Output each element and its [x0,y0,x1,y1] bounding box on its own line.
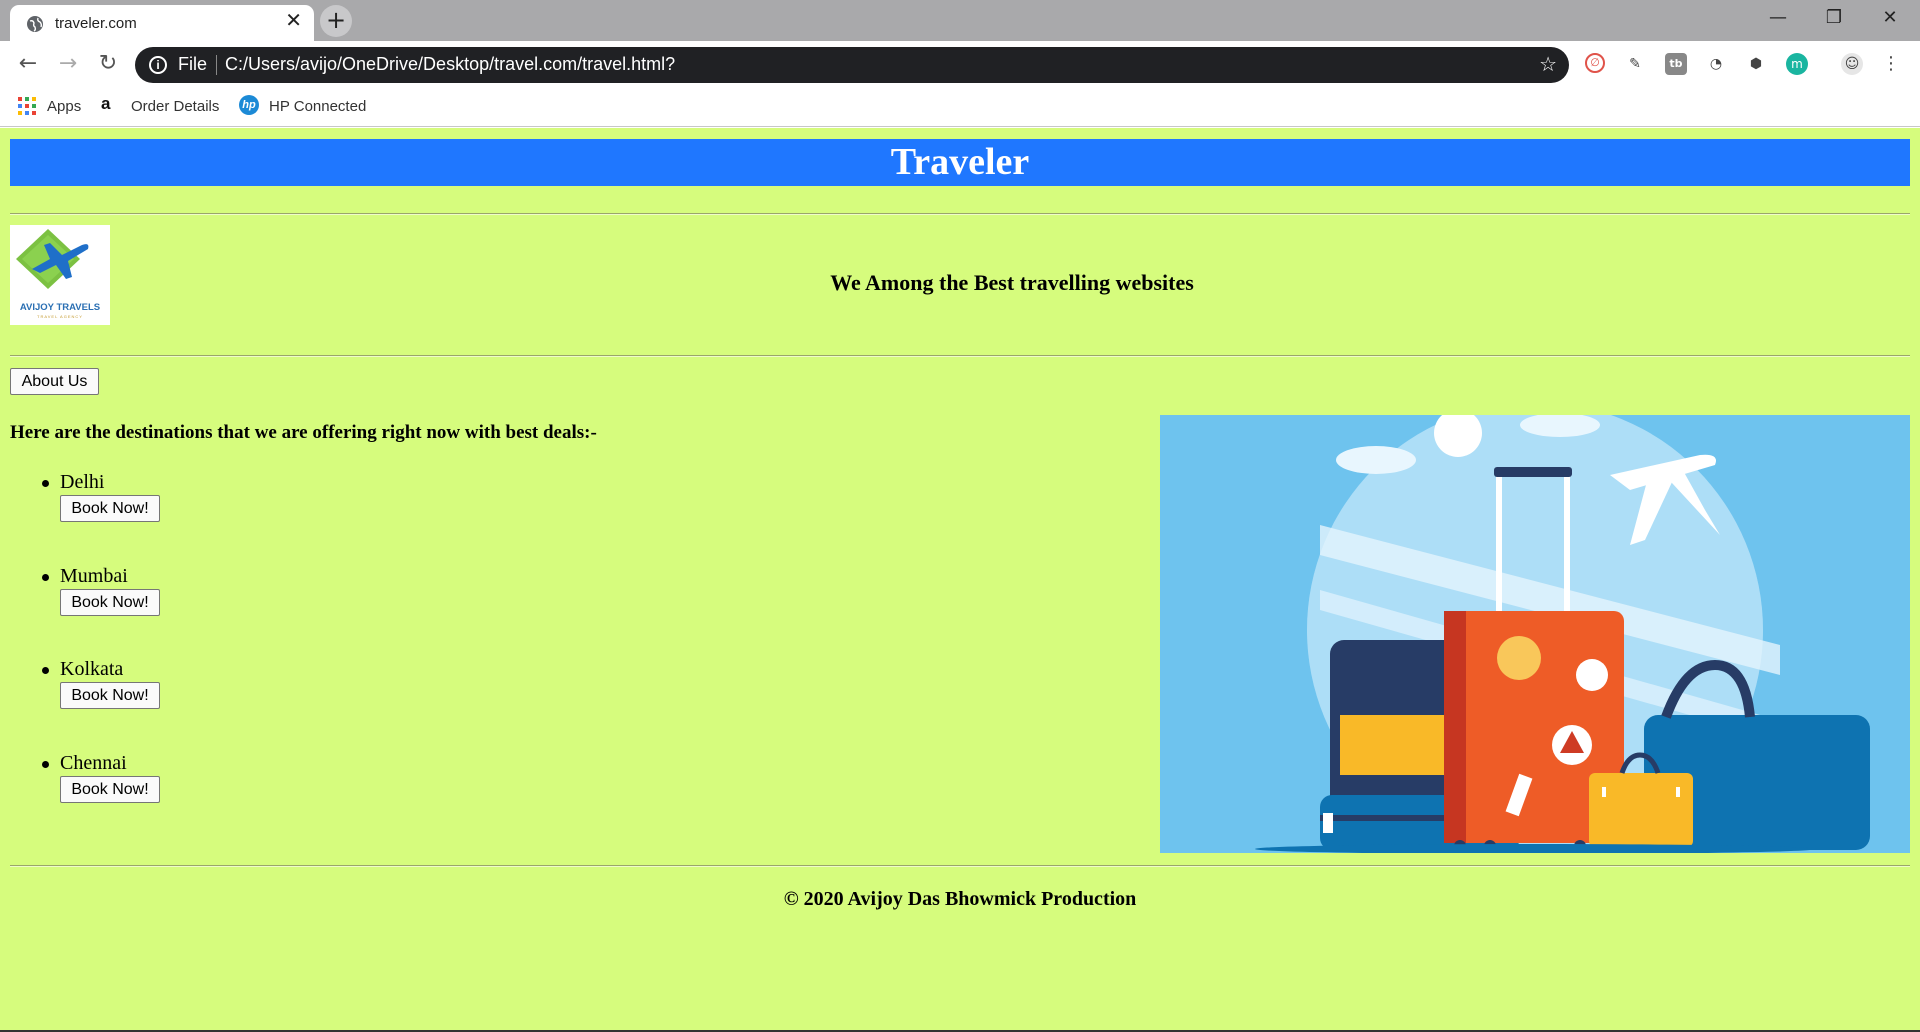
tb-icon[interactable]: tb [1665,53,1687,75]
reload-button[interactable]: ↻ [92,49,124,81]
destination-name: Chennai [60,752,127,774]
book-now-button[interactable]: Book Now! [60,682,160,709]
bookmark-order-details[interactable]: Order Details [131,98,219,115]
luggage-illustration [1160,415,1910,853]
page-content: Traveler AVIJOY TRAVELS TRAVEL AGENCY We… [0,128,1920,1032]
book-now-button[interactable]: Book Now! [60,495,160,522]
profile-avatar[interactable]: ☺ [1841,53,1863,75]
destination-name: Mumbai [60,565,128,587]
tagline: We Among the Best travelling websites [830,270,1194,295]
tab-title: traveler.com [55,15,137,32]
bookmark-star-icon[interactable]: ☆ [1539,52,1557,76]
m-icon[interactable]: m [1786,53,1808,75]
browser-menu-icon[interactable]: ⋮ [1880,53,1902,75]
book-now-button[interactable]: Book Now! [60,589,160,616]
bookmarks-bar: Apps a Order Details hp HP Connected [0,89,1920,127]
about-us-button[interactable]: About Us [10,368,99,395]
close-window-button[interactable]: ✕ [1862,0,1918,36]
globe-icon [27,16,43,32]
logo-text: AVIJOY TRAVELS [19,302,101,313]
new-tab-button[interactable]: + [320,5,352,37]
restore-button[interactable]: ❐ [1806,0,1862,36]
divider [10,213,1910,215]
tab-close-icon[interactable]: ✕ [285,11,302,31]
apps-grid-icon[interactable] [18,97,36,115]
logo-subtext: TRAVEL AGENCY [37,314,83,319]
browser-toolbar: ← → ↻ i File C:/Users/avijo/OneDrive/Des… [0,41,1920,89]
page-title: Traveler [10,139,1910,186]
divider [10,355,1910,357]
back-button[interactable]: ← [12,49,44,81]
block-icon[interactable]: ∅ [1585,53,1605,73]
address-separator [216,55,217,75]
forward-button[interactable]: → [52,49,84,81]
address-bar[interactable]: i File C:/Users/avijo/OneDrive/Desktop/t… [135,47,1569,83]
divider [10,865,1910,867]
puzzle-icon[interactable]: ✎ [1624,53,1646,75]
book-now-button[interactable]: Book Now! [60,776,160,803]
info-icon[interactable]: i [149,56,167,74]
url-text[interactable]: C:/Users/avijo/OneDrive/Desktop/travel.c… [225,54,675,75]
bullet [42,480,49,487]
offer-heading: Here are the destinations that we are of… [10,422,597,443]
footer-text: © 2020 Avijoy Das Bhowmick Production [783,888,1137,910]
bullet [42,761,49,768]
bullet [42,667,49,674]
bookmark-hp-connected[interactable]: HP Connected [269,98,366,115]
browser-tab[interactable]: traveler.com ✕ [10,5,314,41]
browser-tab-strip: traveler.com ✕ + — ❐ ✕ [0,0,1920,41]
destination-name: Kolkata [60,658,124,680]
hp-icon: hp [239,95,259,115]
bullet [42,574,49,581]
scheme-label: File [178,54,208,74]
gauge-icon[interactable]: ◔ [1705,53,1727,75]
amazon-icon: a [101,94,111,113]
minimize-button[interactable]: — [1750,0,1806,36]
destination-name: Delhi [60,471,105,493]
cube-icon[interactable]: ⬢ [1745,53,1767,75]
bookmark-apps[interactable]: Apps [47,98,81,115]
